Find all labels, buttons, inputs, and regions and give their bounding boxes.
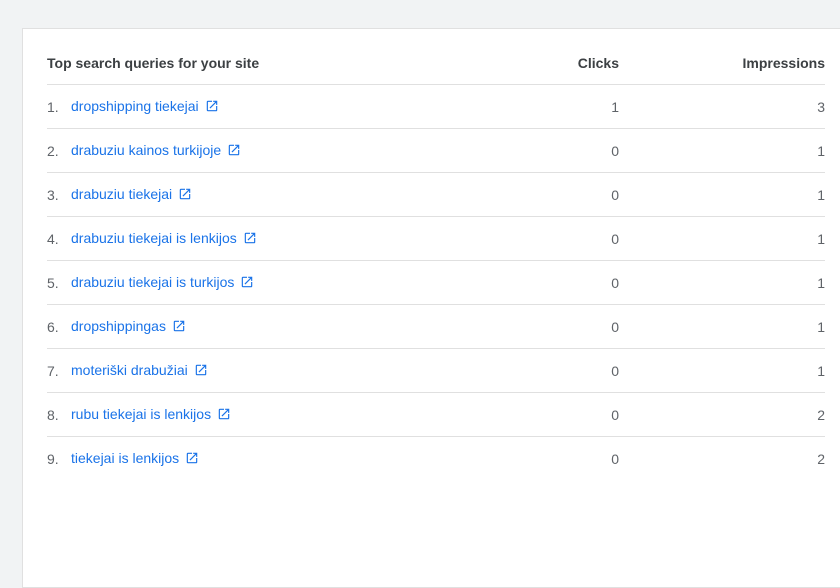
table-row: 7. moteriški drabužiai 0 1: [47, 349, 825, 393]
row-rank: 1.: [47, 99, 59, 115]
impressions-value: 3: [817, 99, 825, 115]
search-queries-table: Top search queries for your site Clicks …: [47, 41, 825, 480]
table-row: 3. drabuziu tiekejai 0 1: [47, 173, 825, 217]
clicks-value: 0: [611, 231, 619, 247]
impressions-value: 1: [817, 275, 825, 291]
query-link[interactable]: tiekejai is lenkijos: [71, 450, 199, 466]
open-in-new-icon[interactable]: [178, 187, 192, 201]
impressions-value: 1: [817, 319, 825, 335]
query-text: dropshippingas: [71, 318, 166, 334]
row-rank: 4.: [47, 231, 59, 247]
row-rank: 9.: [47, 451, 59, 467]
open-in-new-icon[interactable]: [172, 319, 186, 333]
open-in-new-icon[interactable]: [185, 451, 199, 465]
table-row: 2. drabuziu kainos turkijoje 0 1: [47, 129, 825, 173]
clicks-value: 0: [611, 187, 619, 203]
table-row: 1. dropshipping tiekejai 1 3: [47, 85, 825, 129]
impressions-value: 1: [817, 363, 825, 379]
query-text: tiekejai is lenkijos: [71, 450, 180, 466]
open-in-new-icon[interactable]: [194, 363, 208, 377]
table-row: 8. rubu tiekejai is lenkijos 0 2: [47, 393, 825, 437]
row-rank: 2.: [47, 143, 59, 159]
query-link[interactable]: drabuziu tiekejai: [71, 186, 192, 202]
clicks-value: 0: [611, 407, 619, 423]
table-row: 9. tiekejai is lenkijos 0 2: [47, 437, 825, 480]
query-text: drabuziu tiekejai is turkijos: [71, 274, 235, 290]
query-text: drabuziu tiekejai: [71, 186, 173, 202]
impressions-value: 1: [817, 143, 825, 159]
search-queries-card: Top search queries for your site Clicks …: [22, 28, 840, 588]
impressions-value: 2: [817, 407, 825, 423]
query-link[interactable]: drabuziu tiekejai is turkijos: [71, 274, 254, 290]
query-link[interactable]: drabuziu kainos turkijoje: [71, 142, 241, 158]
query-text: drabuziu kainos turkijoje: [71, 142, 222, 158]
row-rank: 5.: [47, 275, 59, 291]
row-rank: 7.: [47, 363, 59, 379]
query-link[interactable]: dropshippingas: [71, 318, 186, 334]
query-text: moteriški drabužiai: [71, 362, 188, 378]
row-rank: 3.: [47, 187, 59, 203]
open-in-new-icon[interactable]: [205, 99, 219, 113]
query-text: dropshipping tiekejai: [71, 98, 199, 114]
query-column-header: Top search queries for your site: [47, 55, 260, 71]
open-in-new-icon[interactable]: [243, 231, 257, 245]
impressions-value: 2: [817, 451, 825, 467]
impressions-value: 1: [817, 187, 825, 203]
table-row: 6. dropshippingas 0 1: [47, 305, 825, 349]
clicks-value: 0: [611, 363, 619, 379]
row-rank: 8.: [47, 407, 59, 423]
query-link[interactable]: moteriški drabužiai: [71, 362, 208, 378]
open-in-new-icon[interactable]: [240, 275, 254, 289]
table-row: 4. drabuziu tiekejai is lenkijos 0 1: [47, 217, 825, 261]
open-in-new-icon[interactable]: [227, 143, 241, 157]
impressions-value: 1: [817, 231, 825, 247]
row-rank: 6.: [47, 319, 59, 335]
clicks-value: 0: [611, 451, 619, 467]
query-link[interactable]: dropshipping tiekejai: [71, 98, 219, 114]
open-in-new-icon[interactable]: [217, 407, 231, 421]
impressions-column-header: Impressions: [742, 55, 825, 71]
query-link[interactable]: drabuziu tiekejai is lenkijos: [71, 230, 257, 246]
clicks-column-header: Clicks: [577, 55, 619, 71]
query-link[interactable]: rubu tiekejai is lenkijos: [71, 406, 231, 422]
table-header: Top search queries for your site Clicks …: [47, 41, 825, 85]
clicks-value: 1: [611, 99, 619, 115]
table-row: 5. drabuziu tiekejai is turkijos 0 1: [47, 261, 825, 305]
clicks-value: 0: [611, 143, 619, 159]
clicks-value: 0: [611, 319, 619, 335]
query-text: drabuziu tiekejai is lenkijos: [71, 230, 237, 246]
query-text: rubu tiekejai is lenkijos: [71, 406, 212, 422]
clicks-value: 0: [611, 275, 619, 291]
